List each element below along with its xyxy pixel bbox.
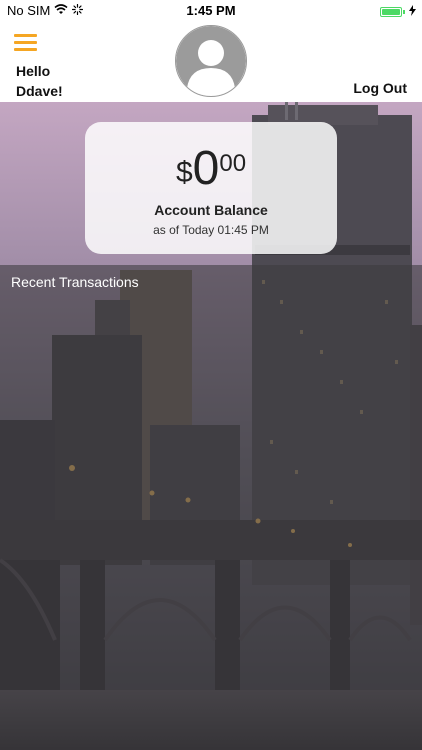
status-time: 1:45 PM (186, 3, 236, 18)
balance-timestamp: as of Today 01:45 PM (153, 223, 269, 237)
battery-icon (380, 6, 405, 17)
recent-transactions-title: Recent Transactions (11, 274, 139, 290)
greeting: Hello Ddave! (16, 61, 63, 101)
status-bar: No SIM 1:45 PM (0, 0, 422, 22)
balance-currency: $ (175, 156, 193, 189)
greeting-username: Ddave! (16, 83, 63, 99)
recent-transactions-panel: Recent Transactions (0, 265, 422, 750)
balance-amount-integer: 0 (192, 142, 220, 195)
balance-amount-cents: 00 (219, 150, 247, 177)
hamburger-menu-icon[interactable] (14, 34, 38, 52)
app-header: Hello Ddave! Log Out (0, 22, 422, 102)
greeting-hello: Hello (16, 63, 51, 79)
user-avatar-icon[interactable] (175, 25, 247, 97)
balance-card[interactable]: $ 0 00 Account Balance as of Today 01:45… (85, 122, 337, 254)
balance-label: Account Balance (154, 202, 268, 218)
logout-button[interactable]: Log Out (353, 80, 407, 96)
balance-amount: $ 0 00 (85, 144, 337, 194)
status-right (380, 4, 416, 19)
charging-bolt-icon (409, 4, 416, 19)
